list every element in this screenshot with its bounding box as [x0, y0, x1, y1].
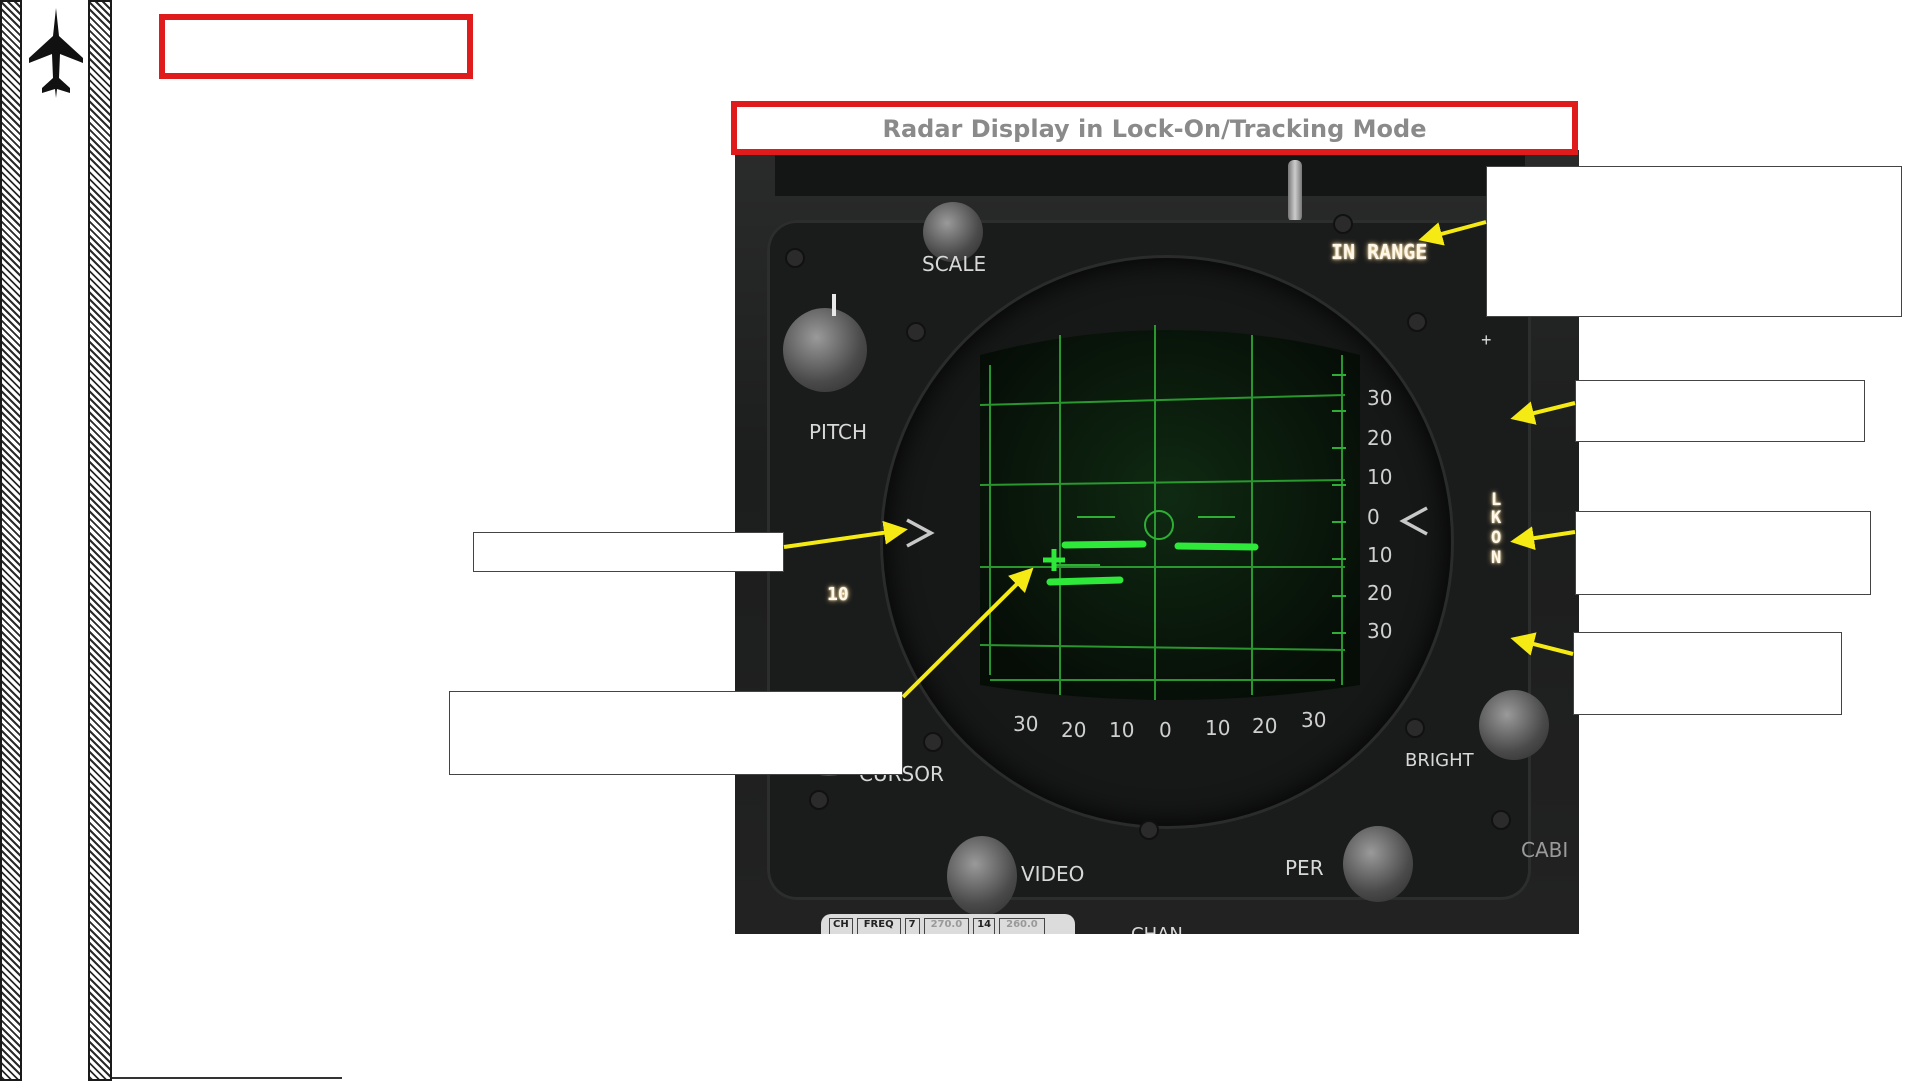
arrow-in-range	[1418, 220, 1487, 246]
arrow-lower-right	[1510, 632, 1574, 656]
arrow-upper-right	[1510, 401, 1576, 425]
arrow-target-symbol	[901, 567, 1034, 699]
arrow-lk-on	[1510, 526, 1576, 551]
arrow-left-indicator	[783, 520, 908, 549]
callout-arrows	[783, 220, 1576, 699]
